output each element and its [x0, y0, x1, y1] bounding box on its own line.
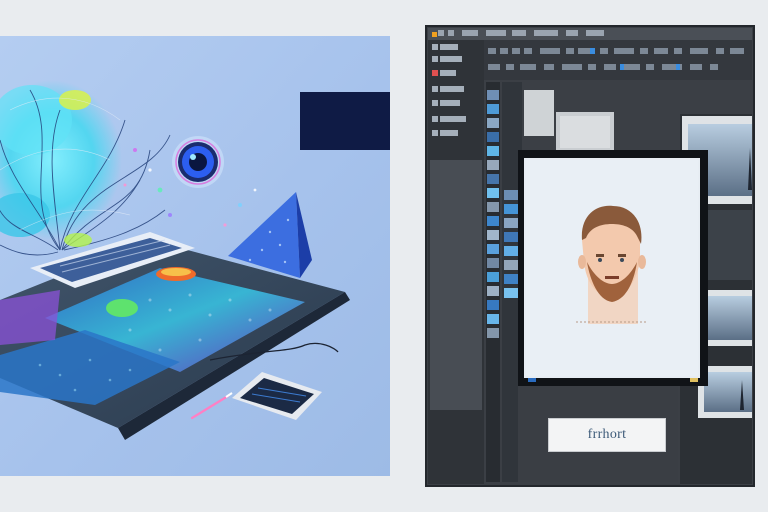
illustration-panel	[0, 36, 390, 476]
dark-block	[300, 92, 390, 150]
export-button[interactable]: frrhort	[548, 418, 666, 452]
canvas-document[interactable]	[518, 150, 708, 386]
orb	[172, 136, 224, 188]
layer-thumbnail-icon[interactable]	[486, 82, 500, 482]
editor-window	[425, 25, 755, 487]
preview-panel	[524, 90, 554, 136]
